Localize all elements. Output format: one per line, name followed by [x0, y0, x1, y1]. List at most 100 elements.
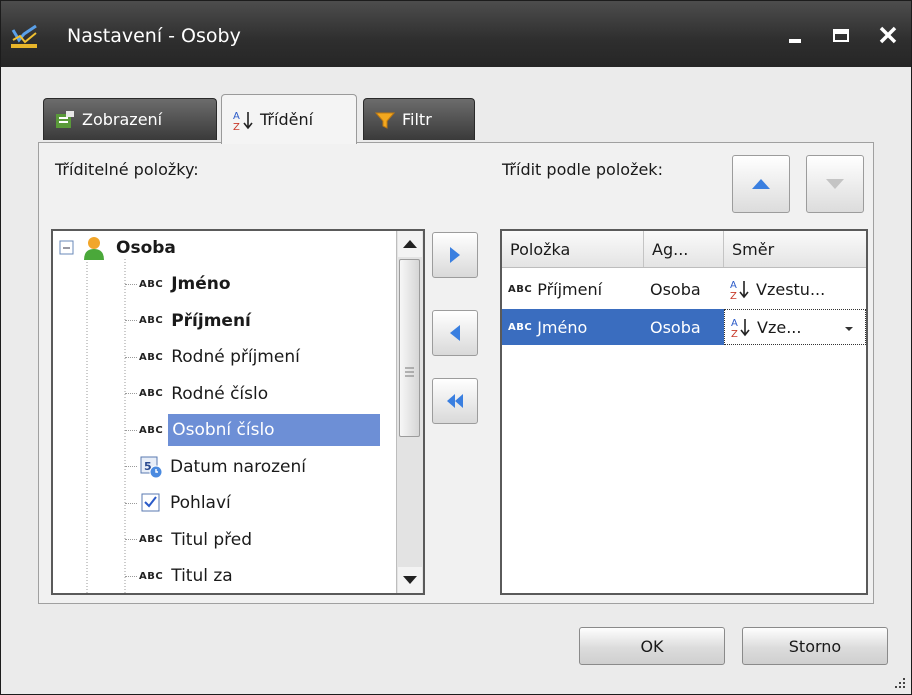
sort-az-icon: A Z: [233, 111, 253, 131]
date-field-icon: 5: [140, 456, 163, 478]
tree-item[interactable]: ABC Rodné číslo: [125, 377, 271, 411]
arrow-left-icon: [450, 325, 460, 341]
scroll-down-icon: [403, 576, 417, 584]
tab-zobrazeni[interactable]: Zobrazení: [43, 98, 217, 140]
text-type-icon: ABC: [139, 351, 164, 363]
tree-item[interactable]: Pohlaví: [125, 486, 234, 520]
grid-row-selected[interactable]: ABC Jméno Osoba A Z Vze...: [502, 309, 866, 345]
svg-text:A: A: [730, 280, 737, 291]
ok-button[interactable]: OK: [579, 627, 725, 665]
close-icon[interactable]: [870, 19, 906, 51]
grid-row[interactable]: ABC Příjmení Osoba A Z Vzestu...: [502, 271, 866, 307]
title-bar[interactable]: Nastavení - Osoby: [1, 1, 911, 67]
grid-cell-item: ABC Jméno: [502, 309, 644, 345]
tree-item-label: Rodné příjmení: [171, 347, 300, 367]
tree-item[interactable]: ABC Rodné příjmení: [125, 340, 303, 374]
svg-text:A: A: [233, 111, 240, 122]
grid-cell-agg: Osoba: [644, 309, 724, 345]
column-header-direction[interactable]: Směr: [724, 231, 866, 267]
funnel-icon: [374, 112, 396, 129]
remove-all-button[interactable]: [432, 378, 478, 424]
sort-by-label: Třídit podle položek:: [502, 160, 663, 179]
tree-connector: [125, 393, 137, 394]
text-type-icon: ABC: [139, 278, 164, 290]
grid-cell-item: ABC Příjmení: [502, 271, 644, 307]
scroll-down-button[interactable]: [398, 567, 422, 593]
move-up-button[interactable]: [732, 155, 790, 213]
text-type-icon: ABC: [508, 283, 533, 295]
tree-item-label: Osobní číslo: [168, 414, 381, 446]
sort-panel: Tříditelné položky: Třídit podle položek…: [38, 142, 874, 604]
grip-icon: [405, 367, 414, 377]
sortable-items-label: Tříditelné položky:: [55, 160, 199, 179]
tab-filtr[interactable]: Filtr: [363, 98, 475, 140]
app-logo-icon: [11, 24, 37, 48]
column-header-agg[interactable]: Ag...: [644, 231, 724, 267]
svg-text:A: A: [731, 318, 738, 329]
tree-item-label: Titul za: [171, 566, 233, 586]
text-type-icon: ABC: [139, 424, 164, 436]
direction-dropdown[interactable]: A Z Vze...: [724, 309, 866, 345]
svg-text:Z: Z: [731, 329, 738, 338]
cancel-button[interactable]: Storno: [742, 627, 888, 665]
svg-text:Z: Z: [730, 291, 737, 300]
arrow-up-icon: [752, 179, 770, 189]
scroll-thumb[interactable]: [399, 259, 420, 437]
checkbox-field-icon: [141, 493, 160, 512]
tree-item-label: Rodné číslo: [171, 383, 269, 404]
grid-header: Položka Ag... Směr: [502, 231, 866, 268]
scroll-up-icon: [403, 240, 417, 248]
tree-connector: [125, 429, 137, 431]
tree-item[interactable]: ABC Příjmení: [125, 304, 254, 338]
tree-connector: [125, 466, 137, 467]
sortable-items-tree[interactable]: Osoba ABC Jméno ABC Příjmení ABC Rodné příjme…: [51, 229, 425, 595]
tree-item-label: Příjmení: [171, 310, 251, 331]
resize-grip-icon[interactable]: [893, 676, 907, 690]
chevron-down-icon[interactable]: [843, 325, 855, 333]
sort-by-grid[interactable]: Položka Ag... Směr ABC Příjmení Osoba A …: [500, 229, 868, 595]
tree-connector: [125, 502, 137, 504]
text-type-icon: ABC: [508, 321, 533, 333]
tree-item[interactable]: ABC Titul za: [125, 559, 236, 593]
tree-scrollbar[interactable]: [396, 231, 423, 593]
grid-cell-item-label: Příjmení: [537, 279, 603, 299]
svg-text:Z: Z: [233, 122, 240, 131]
grid-view-icon: [56, 110, 74, 128]
column-header-item[interactable]: Položka: [502, 231, 644, 267]
tree-item[interactable]: ABC Jméno: [125, 267, 234, 301]
arrow-down-icon: [826, 179, 844, 189]
window-title: Nastavení - Osoby: [67, 25, 241, 47]
arrow-right-icon: [450, 247, 460, 263]
tree-connector: [125, 575, 137, 577]
remove-item-button[interactable]: [432, 310, 478, 356]
collapse-icon[interactable]: [59, 240, 75, 256]
scroll-up-button[interactable]: [398, 231, 422, 257]
grid-cell-direction[interactable]: A Z Vzestu...: [724, 271, 866, 307]
direction-value: Vze...: [757, 317, 802, 337]
tree-connector: [125, 356, 137, 358]
direction-value: Vzestu...: [756, 279, 826, 299]
tree-item-label: Datum narození: [170, 456, 306, 477]
tab-trideni[interactable]: A Z Třídění: [221, 94, 357, 144]
move-down-button[interactable]: [806, 155, 864, 213]
grid-cell-item-label: Jméno: [537, 317, 588, 337]
text-type-icon: ABC: [139, 534, 164, 545]
tree-item[interactable]: 5 Datum narození: [125, 450, 309, 484]
minimize-icon[interactable]: [775, 19, 811, 51]
text-type-icon: ABC: [139, 388, 164, 399]
maximize-icon[interactable]: [823, 19, 859, 51]
tree-root[interactable]: Osoba: [59, 231, 179, 265]
tree-connector: [125, 320, 137, 321]
tab-label: Filtr: [402, 110, 432, 129]
tree-item-label: Pohlaví: [170, 493, 231, 513]
sort-az-icon: A Z: [731, 318, 750, 338]
tab-label: Zobrazení: [82, 110, 163, 129]
sort-az-icon: A Z: [730, 280, 749, 300]
add-item-button[interactable]: [432, 232, 478, 278]
tree-item[interactable]: ABC Osobní číslo: [125, 413, 381, 447]
tree-connector: [125, 539, 137, 540]
text-type-icon: ABC: [139, 570, 164, 582]
person-icon: [84, 237, 104, 260]
tree-item[interactable]: ABC Titul před: [125, 523, 255, 557]
tab-label: Třídění: [260, 110, 314, 129]
